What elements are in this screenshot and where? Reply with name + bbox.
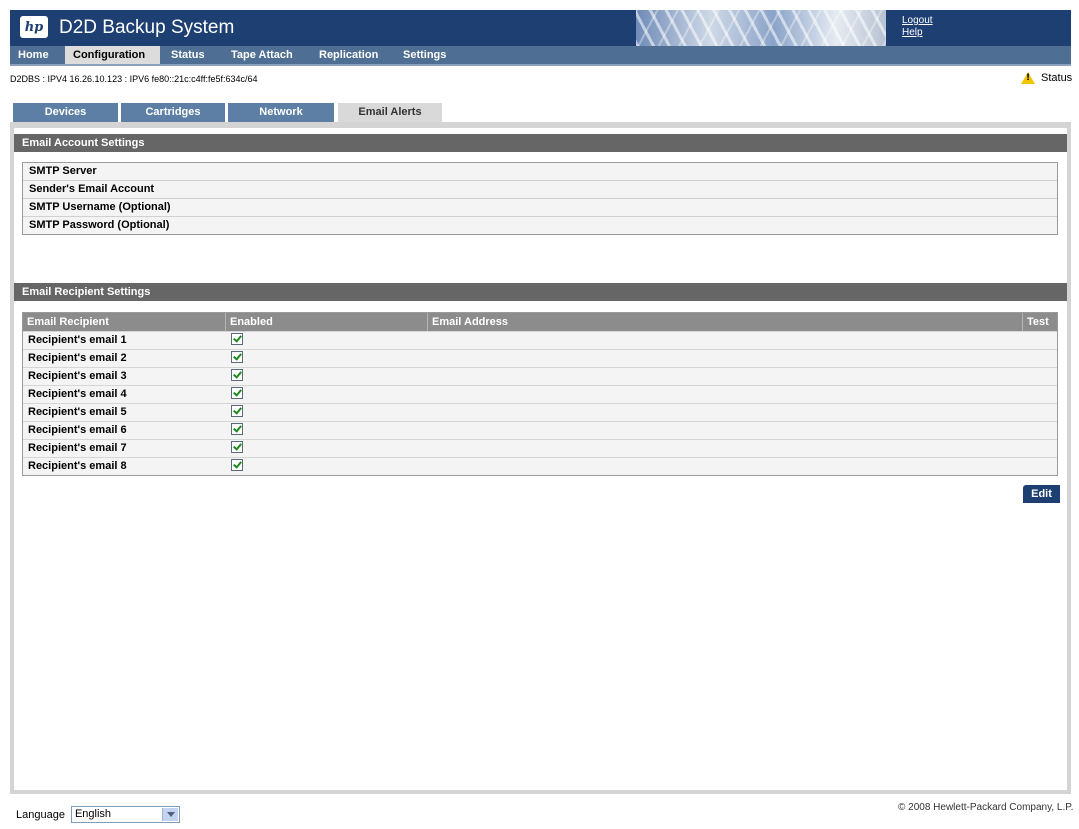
header-links: Logout Help <box>902 15 933 39</box>
recipient-table-header: Email Recipient Enabled Email Address Te… <box>23 313 1057 331</box>
language-selector: Language English <box>16 806 180 823</box>
email-account-settings-list: SMTP Server Sender's Email Account SMTP … <box>22 162 1058 235</box>
tab-network[interactable]: Network <box>228 103 334 122</box>
language-value: English <box>74 808 112 820</box>
table-row: Recipient's email 4 <box>23 385 1057 403</box>
smtp-server-row: SMTP Server <box>23 163 1057 181</box>
help-link[interactable]: Help <box>902 27 933 39</box>
main-nav: Home Configuration Status Tape Attach Re… <box>10 46 1071 66</box>
nav-item-tape-attach[interactable]: Tape Attach <box>223 46 301 64</box>
table-row: Recipient's email 3 <box>23 367 1057 385</box>
nav-item-status[interactable]: Status <box>163 46 213 64</box>
enabled-checkbox[interactable] <box>231 387 243 399</box>
nav-item-configuration[interactable]: Configuration <box>65 46 160 64</box>
edit-button[interactable]: Edit <box>1023 485 1060 503</box>
email-account-settings-header: Email Account Settings <box>14 134 1067 152</box>
recipient-name: Recipient's email 7 <box>28 442 127 454</box>
app-header: hp D2D Backup System Logout Help <box>10 10 1071 46</box>
nav-item-replication[interactable]: Replication <box>311 46 386 64</box>
recipient-name: Recipient's email 8 <box>28 460 127 472</box>
recipient-table: Email Recipient Enabled Email Address Te… <box>22 312 1058 476</box>
language-dropdown[interactable]: English <box>70 806 180 823</box>
recipient-name: Recipient's email 5 <box>28 406 127 418</box>
recipient-name: Recipient's email 2 <box>28 352 127 364</box>
smtp-username-row: SMTP Username (Optional) <box>23 199 1057 217</box>
status-label: Status <box>1041 72 1073 84</box>
table-row: Recipient's email 6 <box>23 421 1057 439</box>
status-indicator[interactable]: Status <box>1021 72 1072 84</box>
warning-icon <box>1021 72 1035 84</box>
table-row: Recipient's email 8 <box>23 457 1057 475</box>
nav-item-home[interactable]: Home <box>10 46 57 64</box>
column-email-address: Email Address <box>427 313 1022 331</box>
tab-email-alerts[interactable]: Email Alerts <box>338 103 442 122</box>
recipient-name: Recipient's email 1 <box>28 334 127 346</box>
copyright-text: © 2008 Hewlett-Packard Company, L.P. <box>898 802 1074 813</box>
header-banner-image <box>636 10 886 46</box>
table-row: Recipient's email 5 <box>23 403 1057 421</box>
tab-cartridges[interactable]: Cartridges <box>121 103 225 122</box>
enabled-checkbox[interactable] <box>231 351 243 363</box>
hp-logo-icon: hp <box>20 16 48 38</box>
system-address-info: D2DBS : IPV4 16.26.10.123 : IPV6 fe80::2… <box>10 74 258 84</box>
recipient-name: Recipient's email 6 <box>28 424 127 436</box>
language-label: Language <box>16 808 65 821</box>
enabled-checkbox[interactable] <box>231 441 243 453</box>
enabled-checkbox[interactable] <box>231 423 243 435</box>
column-test: Test <box>1022 313 1054 331</box>
enabled-checkbox[interactable] <box>231 405 243 417</box>
recipient-name: Recipient's email 3 <box>28 370 127 382</box>
chevron-down-icon[interactable] <box>161 808 178 821</box>
email-recipient-settings-header: Email Recipient Settings <box>14 283 1067 301</box>
enabled-checkbox[interactable] <box>231 369 243 381</box>
logout-link[interactable]: Logout <box>902 15 933 27</box>
recipient-name: Recipient's email 4 <box>28 388 127 400</box>
enabled-checkbox[interactable] <box>231 459 243 471</box>
table-row: Recipient's email 1 <box>23 331 1057 349</box>
sender-email-row: Sender's Email Account <box>23 181 1057 199</box>
content-area: Email Account Settings SMTP Server Sende… <box>14 128 1067 790</box>
app-title: D2D Backup System <box>59 17 235 38</box>
table-row: Recipient's email 2 <box>23 349 1057 367</box>
column-email-recipient: Email Recipient <box>27 316 109 328</box>
smtp-password-row: SMTP Password (Optional) <box>29 219 170 231</box>
content-panel: Email Account Settings SMTP Server Sende… <box>10 122 1071 794</box>
enabled-checkbox[interactable] <box>231 333 243 345</box>
nav-item-settings[interactable]: Settings <box>395 46 454 64</box>
tab-devices[interactable]: Devices <box>13 103 118 122</box>
column-enabled: Enabled <box>225 313 427 331</box>
table-row: Recipient's email 7 <box>23 439 1057 457</box>
